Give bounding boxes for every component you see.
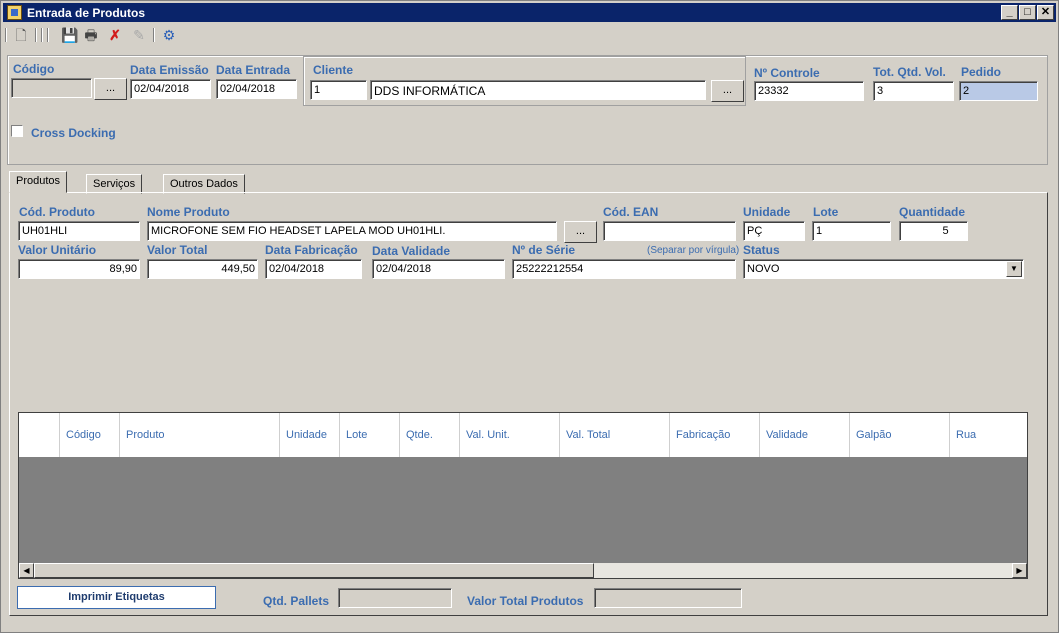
window-title: Entrada de Produtos [27,6,146,20]
toolbar: 🗋 💾 🖶 ✗ ✎ ⚙ [3,24,1056,46]
settings-icon[interactable]: ⚙ [161,27,177,43]
delete-icon[interactable]: ✗ [107,27,123,43]
column-header-unidade[interactable]: Unidade [280,413,340,457]
data-fabricacao-label: Data Fabricação [265,243,358,257]
scroll-right-icon[interactable]: ▶ [1012,563,1027,578]
new-doc-icon[interactable]: 🗋 [13,27,29,43]
cliente-codigo-field[interactable]: 1 [310,80,367,100]
valor-unitario-field[interactable]: 89,90 [18,259,140,279]
main-window: Entrada de Produtos _ □ ✕ 🗋 💾 🖶 ✗ ✎ ⚙ Có… [0,0,1059,633]
controle-field[interactable]: 23332 [754,81,864,101]
nome-produto-label: Nome Produto [147,205,230,219]
cod-produto-field[interactable]: UH01HLI [18,221,140,241]
data-validade-label: Data Validade [372,244,451,258]
tot-qtd-field[interactable]: 3 [873,81,954,101]
data-entrada-label: Data Entrada [216,63,291,77]
valor-total-field[interactable]: 449,50 [147,259,258,279]
codigo-lookup-button[interactable]: ... [94,78,127,100]
tab-outros-dados[interactable]: Outros Dados [163,174,245,194]
title-bar[interactable]: Entrada de Produtos _ □ ✕ [3,3,1056,22]
column-header-val-unit[interactable]: Val. Unit. [460,413,560,457]
qtd-pallets-label: Qtd. Pallets [263,594,330,608]
close-button[interactable]: ✕ [1037,5,1054,20]
imprimir-etiquetas-button[interactable]: Imprimir Etiquetas [17,586,216,609]
column-header-produto[interactable]: Produto [120,413,280,457]
app-icon [7,5,22,20]
quantidade-label: Quantidade [899,205,966,219]
minimize-button[interactable]: _ [1001,5,1018,20]
produto-lookup-button[interactable]: ... [564,221,597,243]
valor-total-label: Valor Total [147,243,208,257]
quantidade-value: 5 [942,225,949,237]
column-header-galpao[interactable]: Galpão [850,413,950,457]
print-icon[interactable]: 🖶 [83,27,99,43]
tab-produtos[interactable]: Produtos [9,171,68,193]
cod-ean-label: Cód. EAN [603,205,659,219]
qtd-pallets-field[interactable] [338,588,452,608]
cod-ean-field[interactable] [603,221,736,241]
cliente-lookup-button[interactable]: ... [711,80,744,102]
toolbar-separator [153,28,155,42]
column-header-qtde[interactable]: Qtde. [400,413,460,457]
valor-total-produtos-field[interactable] [594,588,742,608]
scroll-thumb[interactable] [34,563,594,578]
valor-unitario-label: Valor Unitário [18,243,97,257]
numero-serie-field[interactable]: 25222212554 [512,259,736,279]
data-validade-field[interactable]: 02/04/2018 [372,259,505,279]
data-emissao-label: Data Emissão [130,63,209,77]
maximize-button[interactable]: □ [1019,5,1036,20]
horizontal-scrollbar[interactable]: ◀ ▶ [19,563,1027,578]
cod-produto-label: Cód. Produto [19,205,95,219]
toolbar-separator [35,28,37,42]
toolbar-grip [5,28,7,42]
scroll-left-icon[interactable]: ◀ [19,563,34,578]
codigo-field[interactable] [11,78,92,98]
status-label: Status [743,243,780,257]
data-entrada-field[interactable]: 02/04/2018 [216,79,297,99]
cliente-nome-field[interactable]: DDS INFORMÁTICA [370,80,706,100]
toolbar-separator [41,28,43,42]
edit-icon[interactable]: ✎ [131,27,147,43]
valor-total-produtos-label: Valor Total Produtos [467,594,584,608]
pedido-field[interactable]: 2 [959,81,1038,101]
save-icon[interactable]: 💾 [61,27,78,43]
column-header-rua[interactable]: Rua [950,413,1027,457]
codigo-label: Código [13,62,55,76]
column-header-validade[interactable]: Validade [760,413,850,457]
controle-label: Nº Controle [754,66,820,80]
status-value: NOVO [747,263,780,275]
unidade-field[interactable]: PÇ [743,221,805,241]
cross-docking-checkbox[interactable] [11,125,23,137]
chevron-down-icon[interactable]: ▼ [1006,261,1022,277]
cliente-label: Cliente [313,63,354,77]
unidade-label: Unidade [743,205,791,219]
quantidade-field[interactable]: 5 [899,221,968,241]
nome-produto-field[interactable]: MICROFONE SEM FIO HEADSET LAPELA MOD UH0… [147,221,557,241]
produtos-grid[interactable]: Código Produto Unidade Lote Qtde. Val. U… [18,412,1028,579]
data-emissao-field[interactable]: 02/04/2018 [130,79,211,99]
tab-servicos[interactable]: Serviços [86,174,143,194]
status-select[interactable]: NOVO ▼ [743,259,1024,279]
column-header-val-total[interactable]: Val. Total [560,413,670,457]
column-header-codigo[interactable]: Código [60,413,120,457]
toolbar-separator [47,28,49,42]
row-header-cell [19,413,60,457]
column-header-fabricacao[interactable]: Fabricação [670,413,760,457]
cross-docking-label: Cross Docking [31,126,116,140]
tot-qtd-label: Tot. Qtd. Vol. [873,65,946,79]
numero-serie-hint: (Separar por vírgula) [647,245,740,256]
lote-field[interactable]: 1 [812,221,891,241]
pedido-label: Pedido [961,65,1002,79]
numero-serie-label: Nº de Série [512,243,576,257]
grid-header: Código Produto Unidade Lote Qtde. Val. U… [19,413,1027,457]
column-header-lote[interactable]: Lote [340,413,400,457]
lote-label: Lote [813,205,839,219]
data-fabricacao-field[interactable]: 02/04/2018 [265,259,362,279]
